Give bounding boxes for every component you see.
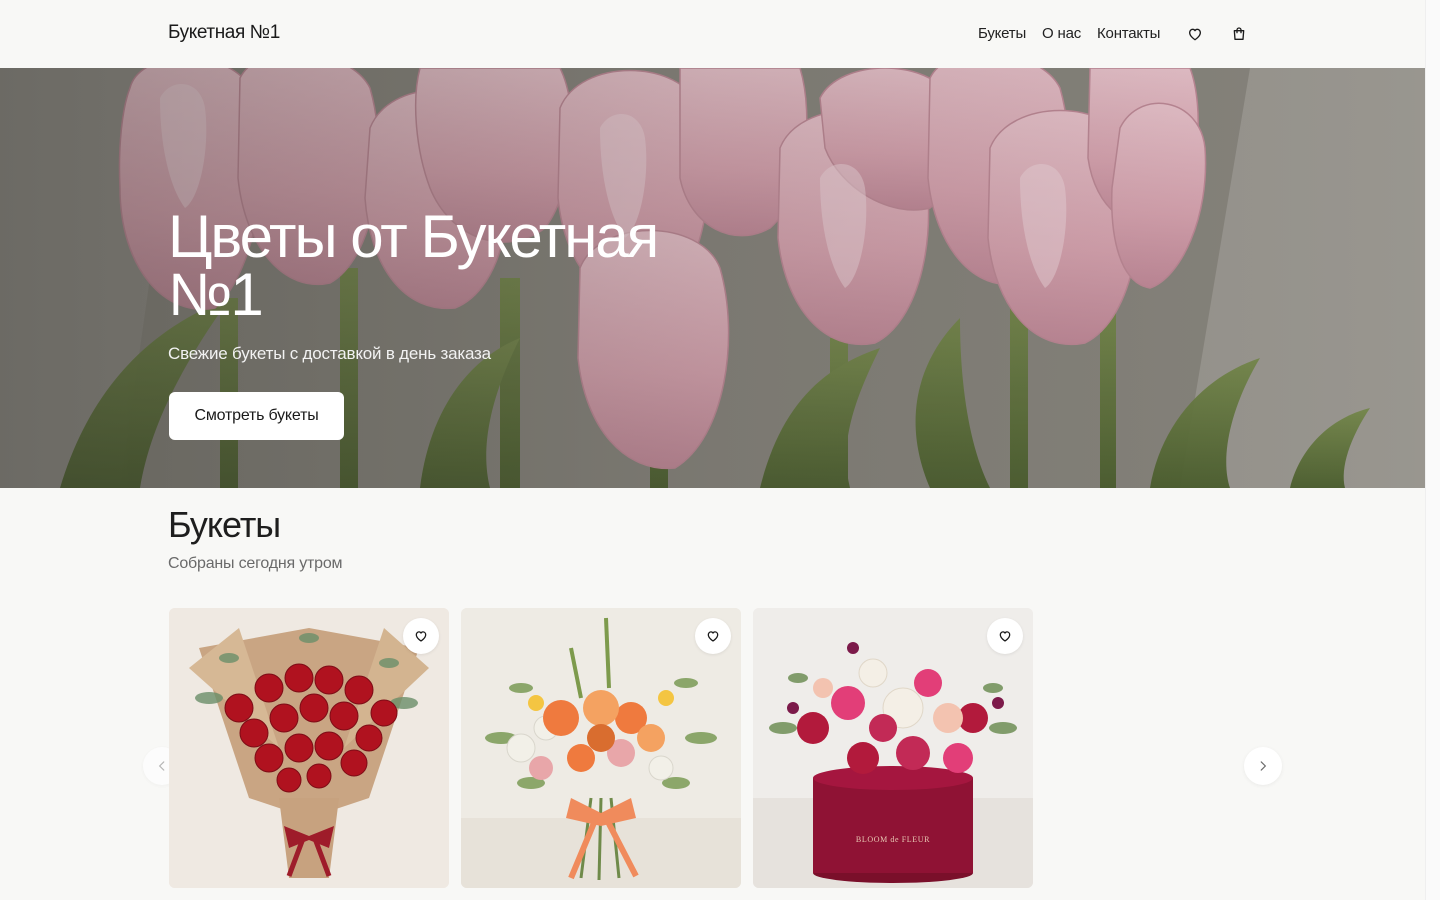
red-roses-bouquet-image	[169, 608, 449, 888]
favorite-button[interactable]	[695, 618, 731, 654]
view-bouquets-button[interactable]: Смотреть букеты	[169, 392, 344, 440]
pink-roses-hatbox-image	[753, 608, 1033, 888]
section-subtitle: Собраны сегодня утром	[168, 555, 343, 572]
product-card[interactable]	[461, 608, 741, 888]
product-card[interactable]	[169, 608, 449, 888]
hero-subtitle: Свежие букеты с доставкой в день заказа	[168, 344, 491, 363]
scrollbar[interactable]	[1425, 0, 1440, 900]
main-nav: Букеты О нас Контакты	[978, 25, 1160, 42]
shopping-bag-icon[interactable]	[1228, 23, 1250, 45]
favorite-button[interactable]	[403, 618, 439, 654]
section-title: Букеты	[168, 504, 281, 545]
nav-link-about[interactable]: О нас	[1042, 25, 1081, 42]
hero-banner: Цветы от Букетная №1 Свежие букеты с дос…	[0, 68, 1425, 488]
nav-link-contacts[interactable]: Контакты	[1097, 25, 1160, 42]
nav-link-bouquets[interactable]: Букеты	[978, 25, 1026, 42]
product-card[interactable]: BLOOM de FLEUR	[753, 608, 1033, 888]
chevron-left-icon	[158, 761, 165, 771]
heart-icon	[999, 631, 1011, 642]
site-logo[interactable]: Букетная №1	[168, 22, 280, 44]
hero-title: Цветы от Букетная №1	[168, 203, 659, 328]
box-brand-text: BLOOM de FLEUR	[855, 835, 931, 844]
site-header: Букетная №1 Букеты О нас Контакты	[0, 0, 1425, 68]
favorite-button[interactable]	[987, 618, 1023, 654]
heart-icon	[415, 631, 427, 642]
carousel-next-button[interactable]	[1244, 747, 1282, 785]
orange-mixed-bouquet-image	[461, 608, 741, 888]
chevron-right-icon	[1260, 761, 1267, 771]
heart-icon	[707, 631, 719, 642]
heart-icon[interactable]	[1184, 23, 1206, 45]
